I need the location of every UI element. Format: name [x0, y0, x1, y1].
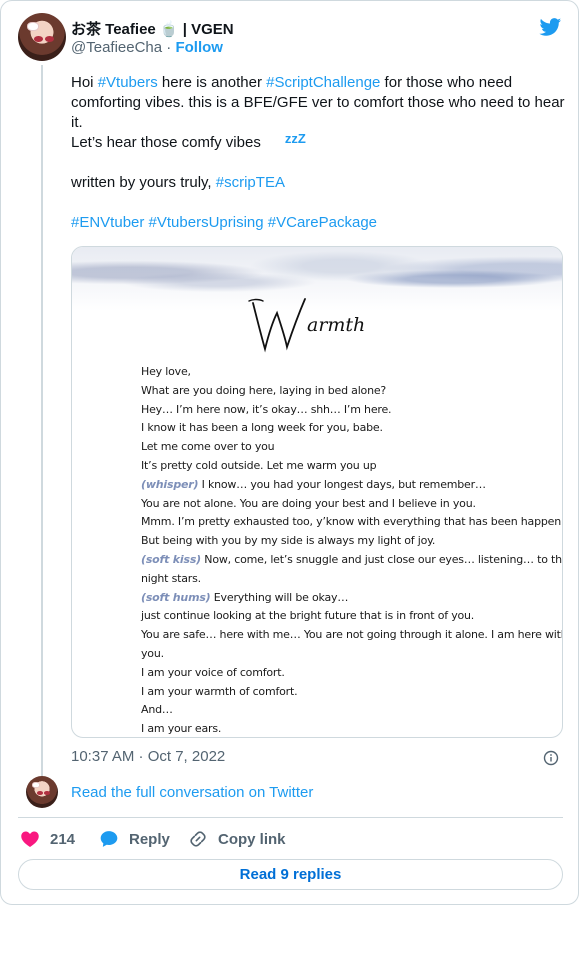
script-line: Hey… I’m here now, it’s okay… shh… I’m h…: [141, 401, 541, 420]
script-line: I am your warmth of comfort.: [141, 683, 541, 702]
hashtag-link[interactable]: #scripTEA: [216, 174, 285, 191]
stage-cue: (whisper): [141, 477, 199, 491]
script-line: (soft hums) Everything will be okay…: [141, 589, 541, 608]
script-line: What are you doing here, laying in bed a…: [141, 382, 541, 401]
link-icon: [190, 831, 206, 847]
script-text-segment: Now, come, let’s snuggle and just close …: [201, 552, 563, 566]
twitter-bird-icon[interactable]: [538, 16, 563, 38]
tweet-text-segment: written by yours truly,: [71, 174, 216, 191]
tweet-timestamp[interactable]: 10:37 AM · Oct 7, 2022: [71, 748, 225, 765]
script-text-segment: Everything will be okay…: [210, 590, 349, 604]
follow-link[interactable]: Follow: [175, 39, 223, 56]
script-text-segment: But being with you by my side is always …: [141, 534, 436, 548]
script-text-segment: I know it has been a long week for you, …: [141, 421, 383, 435]
script-text-segment: night stars.: [141, 571, 201, 585]
tweet-text-segment: for those who need: [380, 74, 513, 91]
hashtag-link[interactable]: #ENVtuber: [71, 214, 144, 231]
tweet-text-segment: it.: [71, 114, 83, 131]
hashtag-link[interactable]: #Vtubers: [98, 74, 158, 91]
tweet-text-line: #ENVtuber #VtubersUprising #VCarePackage: [71, 213, 566, 233]
script-line: I know it has been a long week for you, …: [141, 419, 541, 438]
svg-text:armth: armth: [307, 314, 365, 336]
hashtag-link[interactable]: #ScriptChallenge: [266, 74, 380, 91]
script-line: I am your ears.: [141, 720, 541, 737]
script-line: I am your voice of comfort.: [141, 664, 541, 683]
tweet-text-segment: comforting vibes. this is a BFE/GFE ver …: [71, 94, 565, 111]
tweet-text-line: it.: [71, 113, 566, 133]
separator-dot: ·: [166, 39, 172, 56]
copy-link-button[interactable]: Copy link: [188, 827, 286, 851]
script-text-segment: Let me come over to you: [141, 440, 275, 454]
script-text-segment: just continue looking at the bright futu…: [141, 609, 475, 623]
script-text-segment: I am your voice of comfort.: [141, 665, 285, 679]
tweet-image[interactable]: armth Hey love, What are you doing here, …: [71, 246, 563, 738]
script-text-segment: I am your ears.: [141, 722, 222, 736]
author-display-name[interactable]: お茶 Teafiee 🍵 | VGEN: [71, 18, 234, 39]
like-button[interactable]: 214: [20, 827, 75, 851]
script-line: Hey love,: [141, 363, 541, 382]
actions-divider: [18, 817, 563, 818]
conversation-avatar[interactable]: [26, 776, 58, 808]
script-text-segment: I am your warmth of comfort.: [141, 684, 298, 698]
tweet-text-segment: Let’s hear those comfy vibes: [71, 134, 261, 151]
script-line: night stars.: [141, 570, 541, 589]
stage-cue: (soft hums): [141, 590, 211, 604]
thread-line: [41, 65, 43, 777]
tweet-text: Hoi #Vtubers here is another #ScriptChal…: [71, 73, 566, 233]
tweet-text-line: [71, 153, 566, 173]
zzz-emoji: zzZ: [284, 131, 306, 146]
script-text-segment: Hey love,: [141, 365, 191, 378]
author-avatar[interactable]: [18, 13, 66, 61]
script-line: you.: [141, 645, 541, 664]
tweet-text-line: written by yours truly, #scripTEA: [71, 173, 566, 193]
author-handle[interactable]: @TeafieeCha: [71, 39, 162, 56]
script-line: (whisper) I know… you had your longest d…: [141, 476, 541, 495]
script-line: It’s pretty cold outside. Let me warm yo…: [141, 457, 541, 476]
copy-link-label: Copy link: [218, 830, 286, 848]
script-text-segment: And…: [141, 703, 173, 717]
script-text-segment: Mmm. I’m pretty exhausted too, y’know wi…: [141, 515, 563, 529]
script-text-segment: What are you doing here, laying in bed a…: [141, 383, 387, 397]
tweet-text-line: [71, 193, 566, 213]
script-line: You are not alone. You are doing your be…: [141, 495, 541, 514]
reply-bubble-icon: [100, 831, 118, 847]
reply-button[interactable]: Reply: [99, 827, 170, 851]
tweet-text-line: comforting vibes. this is a BFE/GFE ver …: [71, 93, 566, 113]
reply-label: Reply: [129, 830, 170, 848]
script-text-segment: I know… you had your longest days, but r…: [198, 477, 486, 491]
hashtag-link[interactable]: #VCarePackage: [268, 214, 377, 231]
script-line: Let me come over to you: [141, 438, 541, 457]
script-line: Mmm. I’m pretty exhausted too, y’know wi…: [141, 513, 562, 532]
read-replies-button[interactable]: Read 9 replies: [18, 859, 563, 890]
stage-cue: (soft kiss): [141, 552, 202, 566]
script-text-segment: You are not alone. You are doing your be…: [141, 496, 476, 510]
tweet-text-segment: Hoi: [71, 74, 98, 91]
script-title-warmth: armth: [248, 298, 365, 353]
script-line: But being with you by my side is always …: [141, 532, 541, 551]
script-line: just continue looking at the bright futu…: [141, 607, 541, 626]
script-text-segment: You are safe… here with me… You are not …: [141, 628, 563, 642]
script-line: And…: [141, 701, 541, 720]
tweet-text-line: Hoi #Vtubers here is another #ScriptChal…: [71, 73, 566, 93]
tweet-card: お茶 Teafiee 🍵 | VGEN @TeafieeCha · Follow…: [0, 0, 579, 905]
script-text-segment: Hey… I’m here now, it’s okay… shh… I’m h…: [141, 402, 392, 416]
script-line: (soft kiss) Now, come, let’s snuggle and…: [141, 551, 562, 570]
heart-icon: [21, 831, 39, 847]
like-count: 214: [50, 830, 76, 848]
read-conversation-link[interactable]: Read the full conversation on Twitter: [71, 784, 313, 801]
tweet-text-segment: here is another: [157, 74, 267, 91]
hashtag-link[interactable]: #VtubersUprising: [149, 214, 264, 231]
script-text-segment: It’s pretty cold outside. Let me warm yo…: [141, 458, 377, 472]
info-icon[interactable]: [543, 750, 559, 766]
tweet-text-line: Let’s hear those comfy vibes zzZ: [71, 131, 566, 153]
author-handle-line: @TeafieeCha · Follow: [71, 39, 223, 56]
script-text-segment: you.: [141, 646, 164, 660]
script-text: Hey love, What are you doing here, laying…: [141, 363, 562, 737]
script-line: You are safe… here with me… You are not …: [141, 626, 562, 645]
